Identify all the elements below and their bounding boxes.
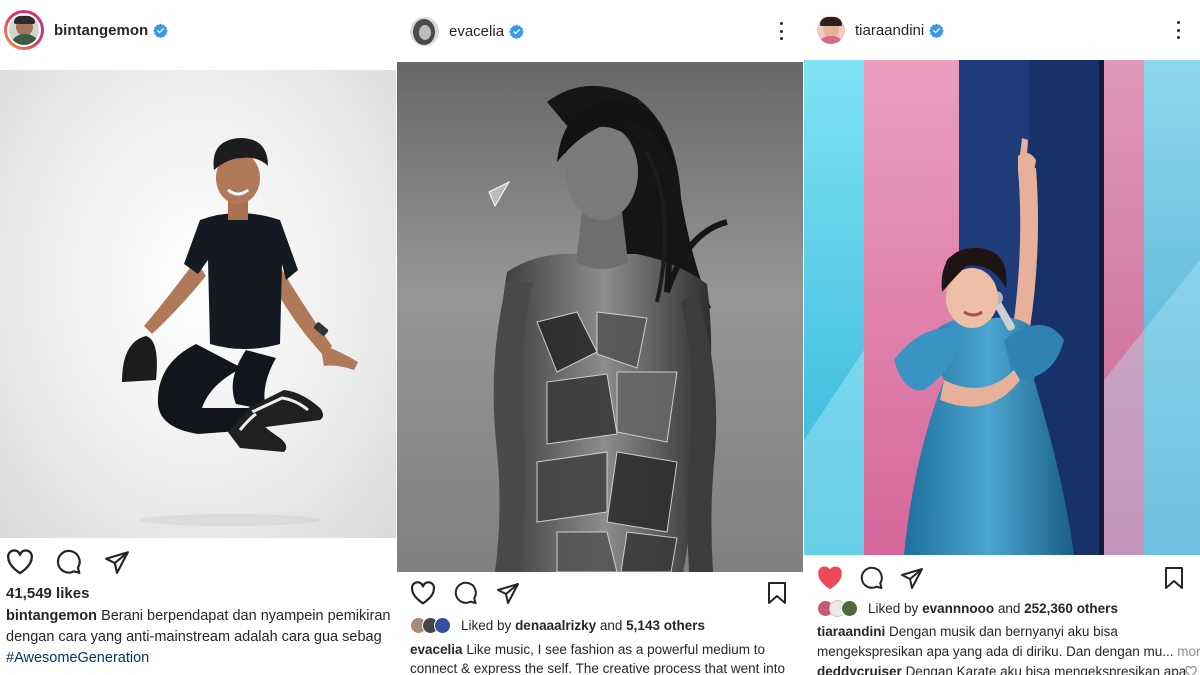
verified-badge-icon [929,23,944,38]
post-evacelia: evacelia Liked by denaaalrizky and 5,143… [397,0,803,675]
caption-username[interactable]: tiaraandini [817,624,885,639]
username[interactable]: tiaraandini [855,22,924,39]
caption-line-2: dengan cara yang anti-mainstream adalah … [6,629,382,645]
post-header: tiaraandini [804,0,1200,60]
liked-by-others[interactable]: 5,143 others [626,618,705,633]
woman-glass-dress-illustration [397,62,803,572]
caption: evacelia Like music, I see fashion as a … [410,640,802,675]
paper-plane-icon[interactable] [900,566,924,590]
caption-line-2: connect & express the self. The creative… [410,661,785,675]
liked-by-others[interactable]: 252,360 others [1024,601,1118,616]
caption-line-1: Berani berpendapat dan nyampein pemikira… [101,608,391,624]
caption: tiaraandini Dengan musik dan bernyanyi a… [817,622,1200,675]
post-actions [804,563,1200,593]
caption-line-1: Dengan musik dan bernyanyi aku bisa [889,624,1118,639]
liked-by-and: and [599,618,623,633]
post-bintangemon: bintangemon 41,549 likes bintangemon Ber… [0,0,396,675]
hashtag-link[interactable]: #AwesomeGeneration [6,648,396,669]
paper-plane-icon[interactable] [496,581,520,605]
post-header: evacelia [397,0,803,62]
jumping-man-illustration [122,138,358,526]
post-header: bintangemon [0,0,396,60]
liked-by-prefix: Liked by [461,618,512,633]
post-actions [397,578,803,608]
caption-username[interactable]: evacelia [410,642,463,657]
likes-count[interactable]: 41,549 likes [6,585,89,602]
more-link[interactable]: more [1177,644,1200,659]
liked-by: Liked by denaaalrizky and 5,143 others [410,617,705,634]
heart-icon[interactable] [410,581,436,605]
avatar[interactable] [817,16,845,44]
bookmark-icon[interactable] [767,581,787,605]
username[interactable]: bintangemon [54,22,148,39]
comment-icon[interactable] [859,566,884,590]
verified-badge-icon [509,24,524,39]
caption: bintangemon Berani berpendapat dan nyamp… [6,606,396,669]
username[interactable]: evacelia [449,23,504,40]
liked-by-user[interactable]: evannnooo [922,601,994,616]
avatar [7,13,41,47]
post-actions [0,546,396,576]
post-photo[interactable] [0,70,396,538]
post-photo[interactable] [804,60,1200,555]
comment-heart-icon[interactable] [1185,666,1197,675]
liked-by-user[interactable]: denaaalrizky [515,618,596,633]
liked-by-prefix: Liked by [868,601,919,616]
liked-by-and: and [997,601,1021,616]
comment-text: Dengan Karate aku bisa mengekspresikan a… [905,664,1187,675]
comment-icon[interactable] [55,549,82,575]
caption-username[interactable]: bintangemon [6,608,97,624]
more-options-icon[interactable] [773,22,789,40]
post-tiaraandini: tiaraandini Liked by evannnooo and 252,3… [804,0,1200,675]
singer-on-stage-illustration [804,60,1200,555]
comment-icon[interactable] [453,581,478,605]
more-options-icon[interactable] [1170,21,1186,39]
avatar-story-ring[interactable] [4,10,44,50]
liker-avatar [841,600,858,617]
paper-plane-icon[interactable] [104,549,130,575]
post-photo[interactable] [397,62,803,572]
caption-line-2: mengekspresikan apa yang ada di diriku. … [817,644,1174,659]
comment-username[interactable]: deddycruiser [817,664,902,675]
heart-icon[interactable] [6,549,34,575]
bookmark-icon[interactable] [1164,566,1184,590]
liked-by: Liked by evannnooo and 252,360 others [817,600,1118,617]
caption-line-1: Like music, I see fashion as a powerful … [466,642,765,657]
liker-avatar [434,617,451,634]
avatar[interactable] [410,16,439,46]
heart-filled-icon[interactable] [817,566,843,590]
verified-badge-icon [153,23,168,38]
